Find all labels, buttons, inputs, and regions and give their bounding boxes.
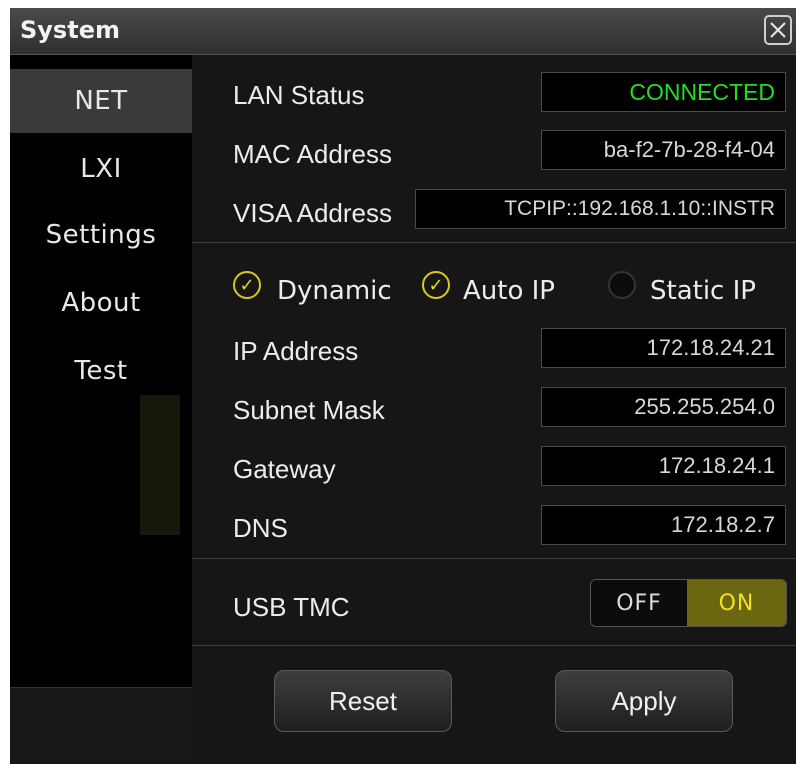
toggle-on-option[interactable]: ON	[687, 580, 786, 626]
dialog-title: System	[20, 16, 120, 44]
gateway-label: Gateway	[233, 454, 336, 484]
separator	[192, 242, 796, 243]
lan-status-label: LAN Status	[233, 80, 365, 110]
title-bar: System	[10, 8, 796, 55]
separator	[192, 558, 796, 559]
usb-tmc-label: USB TMC	[233, 592, 350, 622]
system-dialog: System NET LXI Settings About Test LAN S…	[10, 8, 796, 764]
auto-ip-label: Auto IP	[463, 276, 555, 306]
visa-address-value: TCPIP::192.168.1.10::INSTR	[415, 189, 786, 229]
check-icon: ✓	[428, 274, 444, 296]
usb-tmc-toggle[interactable]: OFF ON	[590, 579, 787, 627]
sidebar-item-settings[interactable]: Settings	[10, 203, 192, 267]
dynamic-label: Dynamic	[277, 276, 392, 306]
auto-ip-checkbox[interactable]: ✓	[422, 271, 450, 299]
sidebar-item-about[interactable]: About	[10, 271, 192, 335]
close-icon	[770, 22, 786, 38]
mac-address-label: MAC Address	[233, 139, 392, 169]
sidebar-item-test[interactable]: Test	[10, 339, 192, 403]
static-ip-label: Static IP	[650, 276, 756, 306]
subnet-mask-field[interactable]: 255.255.254.0	[541, 387, 786, 427]
ip-address-field[interactable]: 172.18.24.21	[541, 328, 786, 368]
toggle-off-option[interactable]: OFF	[591, 580, 687, 626]
sidebar-item-net[interactable]: NET	[10, 69, 192, 133]
background-trace	[140, 395, 180, 535]
ip-address-label: IP Address	[233, 336, 359, 366]
subnet-mask-label: Subnet Mask	[233, 395, 385, 425]
dynamic-checkbox[interactable]: ✓	[233, 271, 261, 299]
check-icon: ✓	[239, 274, 255, 296]
sidebar-item-lxi[interactable]: LXI	[10, 137, 192, 201]
sidebar: NET LXI Settings About Test	[10, 55, 192, 764]
dns-label: DNS	[233, 513, 288, 543]
dns-field[interactable]: 172.18.2.7	[541, 505, 786, 545]
separator	[192, 645, 796, 646]
mac-address-value: ba-f2-7b-28-f4-04	[541, 130, 786, 170]
apply-button[interactable]: Apply	[555, 670, 733, 732]
gateway-field[interactable]: 172.18.24.1	[541, 446, 786, 486]
static-ip-checkbox[interactable]	[608, 271, 636, 299]
reset-button[interactable]: Reset	[274, 670, 452, 732]
lan-status-value: CONNECTED	[541, 72, 786, 112]
close-button[interactable]	[764, 15, 792, 45]
visa-address-label: VISA Address	[233, 198, 392, 228]
background-panel	[10, 687, 192, 764]
